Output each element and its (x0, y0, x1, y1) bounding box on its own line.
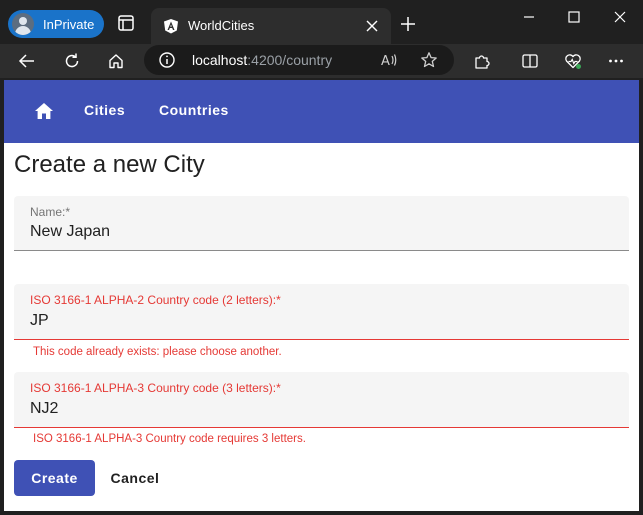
name-field-label: Name:* (30, 205, 71, 219)
name-field-underline (14, 250, 629, 251)
iso3-field-label: ISO 3166-1 ALPHA-3 Country code (3 lette… (30, 381, 281, 395)
refresh-icon[interactable] (63, 52, 81, 70)
url-text: localhost:4200/country (192, 52, 332, 68)
new-tab-icon[interactable] (400, 16, 416, 32)
svg-text:A: A (381, 54, 390, 69)
iso3-field[interactable]: ISO 3166-1 ALPHA-3 Country code (3 lette… (14, 372, 629, 428)
name-field[interactable]: Name:* New Japan (14, 196, 629, 251)
back-icon[interactable] (18, 52, 36, 70)
nav-countries-link[interactable]: Countries (159, 102, 229, 118)
address-bar[interactable]: localhost:4200/country A (144, 45, 454, 75)
inprivate-label: InPrivate (43, 16, 95, 32)
create-button[interactable]: Create (14, 460, 95, 496)
maximize-icon[interactable] (565, 8, 583, 26)
window-close-icon[interactable] (611, 8, 629, 26)
browser-window: InPrivate WorldCities localhost:4200/cou… (0, 0, 643, 515)
nav-cities-link[interactable]: Cities (84, 102, 125, 118)
more-menu-icon[interactable] (607, 52, 625, 70)
read-aloud-icon[interactable]: A (380, 51, 398, 69)
web-page: Cities Countries Create a new City Name:… (4, 80, 639, 511)
browser-home-icon[interactable] (107, 52, 125, 70)
url-path: :4200/country (247, 52, 333, 68)
page-title: Create a new City (14, 151, 205, 178)
cancel-button[interactable]: Cancel (102, 460, 168, 496)
split-screen-icon[interactable] (521, 52, 539, 70)
iso3-input-value[interactable]: NJ2 (30, 400, 58, 418)
iso2-field-label: ISO 3166-1 ALPHA-2 Country code (2 lette… (30, 293, 281, 307)
title-bar: InPrivate WorldCities (0, 0, 643, 44)
extensions-icon[interactable] (473, 52, 491, 70)
iso2-error-message: This code already exists: please choose … (33, 346, 282, 358)
iso2-field-underline (14, 339, 629, 340)
angular-favicon-icon (164, 19, 178, 34)
favorite-star-icon[interactable] (420, 51, 438, 69)
iso3-error-message: ISO 3166-1 ALPHA-3 Country code requires… (33, 433, 306, 445)
info-icon[interactable] (158, 51, 176, 69)
tab-actions-icon[interactable] (117, 14, 135, 32)
minimize-icon[interactable] (520, 8, 538, 26)
iso3-field-underline (14, 427, 629, 428)
browser-essentials-icon[interactable] (564, 52, 582, 70)
tab-worldcities[interactable]: WorldCities (151, 8, 391, 44)
profile-avatar-icon (12, 13, 34, 35)
url-host: localhost (192, 52, 248, 68)
inprivate-profile-button[interactable]: InPrivate (8, 10, 104, 38)
iso2-input-value[interactable]: JP (30, 312, 49, 330)
app-toolbar: Cities Countries (4, 80, 639, 143)
iso2-field[interactable]: ISO 3166-1 ALPHA-2 Country code (2 lette… (14, 284, 629, 340)
close-icon[interactable] (365, 19, 379, 33)
tab-title: WorldCities (188, 18, 255, 33)
name-input-value[interactable]: New Japan (30, 223, 110, 241)
browser-toolbar: localhost:4200/country A (0, 44, 643, 78)
home-icon[interactable] (34, 101, 54, 121)
